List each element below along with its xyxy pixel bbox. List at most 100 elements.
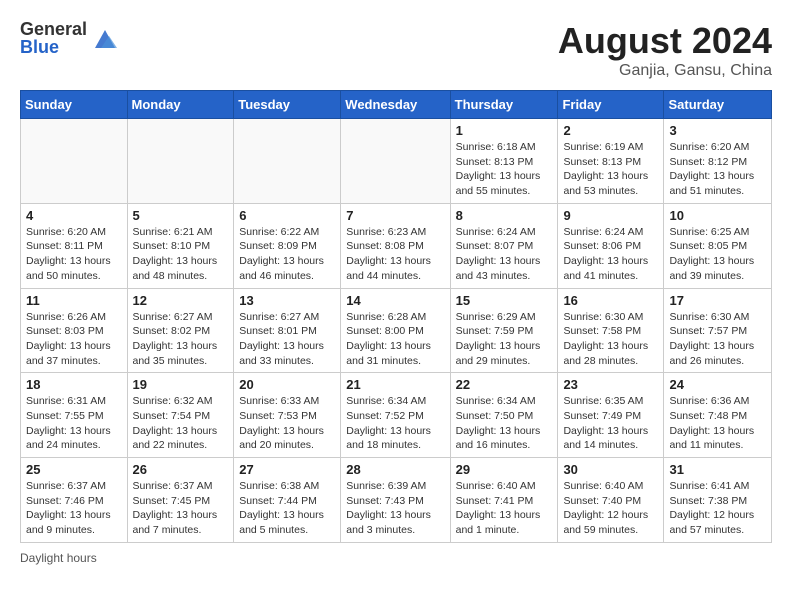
day-number: 18 <box>26 377 122 392</box>
page-header: General Blue August 2024 Ganjia, Gansu, … <box>20 20 772 80</box>
day-number: 4 <box>26 208 122 223</box>
day-info: Sunrise: 6:20 AM Sunset: 8:11 PM Dayligh… <box>26 225 122 284</box>
day-number: 5 <box>133 208 229 223</box>
table-row: 16 Sunrise: 6:30 AM Sunset: 7:58 PM Dayli… <box>558 288 664 373</box>
table-row: 11 Sunrise: 6:26 AM Sunset: 8:03 PM Dayli… <box>21 288 128 373</box>
day-info: Sunrise: 6:40 AM Sunset: 7:41 PM Dayligh… <box>456 479 553 538</box>
day-number: 1 <box>456 123 553 138</box>
day-info: Sunrise: 6:33 AM Sunset: 7:53 PM Dayligh… <box>239 394 335 453</box>
day-number: 24 <box>669 377 766 392</box>
day-number: 22 <box>456 377 553 392</box>
logo: General Blue <box>20 20 119 56</box>
day-number: 9 <box>563 208 658 223</box>
table-row: 18 Sunrise: 6:31 AM Sunset: 7:55 PM Dayli… <box>21 373 128 458</box>
col-header-monday: Monday <box>127 91 234 119</box>
day-number: 7 <box>346 208 444 223</box>
day-info: Sunrise: 6:21 AM Sunset: 8:10 PM Dayligh… <box>133 225 229 284</box>
day-number: 31 <box>669 462 766 477</box>
table-row: 7 Sunrise: 6:23 AM Sunset: 8:08 PM Daylig… <box>341 203 450 288</box>
day-info: Sunrise: 6:39 AM Sunset: 7:43 PM Dayligh… <box>346 479 444 538</box>
table-row <box>21 119 128 204</box>
table-row <box>234 119 341 204</box>
table-row: 22 Sunrise: 6:34 AM Sunset: 7:50 PM Dayli… <box>450 373 558 458</box>
title-area: August 2024 Ganjia, Gansu, China <box>558 20 772 80</box>
table-row: 25Sunrise: 6:37 AM Sunset: 7:46 PM Dayli… <box>21 458 128 543</box>
calendar: SundayMondayTuesdayWednesdayThursdayFrid… <box>20 90 772 543</box>
table-row: 23 Sunrise: 6:35 AM Sunset: 7:49 PM Dayli… <box>558 373 664 458</box>
logo-blue: Blue <box>20 38 87 56</box>
table-row: 2 Sunrise: 6:19 AM Sunset: 8:13 PM Daylig… <box>558 119 664 204</box>
day-number: 12 <box>133 293 229 308</box>
col-header-sunday: Sunday <box>21 91 128 119</box>
day-number: 29 <box>456 462 553 477</box>
day-info: Sunrise: 6:40 AM Sunset: 7:40 PM Dayligh… <box>563 479 658 538</box>
logo-text: General Blue <box>20 20 87 56</box>
day-info: Sunrise: 6:32 AM Sunset: 7:54 PM Dayligh… <box>133 394 229 453</box>
day-info: Sunrise: 6:25 AM Sunset: 8:05 PM Dayligh… <box>669 225 766 284</box>
table-row: 9 Sunrise: 6:24 AM Sunset: 8:06 PM Daylig… <box>558 203 664 288</box>
day-info: Sunrise: 6:18 AM Sunset: 8:13 PM Dayligh… <box>456 140 553 199</box>
day-info: Sunrise: 6:31 AM Sunset: 7:55 PM Dayligh… <box>26 394 122 453</box>
day-info: Sunrise: 6:34 AM Sunset: 7:50 PM Dayligh… <box>456 394 553 453</box>
table-row: 30 Sunrise: 6:40 AM Sunset: 7:40 PM Dayli… <box>558 458 664 543</box>
day-number: 23 <box>563 377 658 392</box>
day-number: 17 <box>669 293 766 308</box>
table-row: 31 Sunrise: 6:41 AM Sunset: 7:38 PM Dayli… <box>664 458 772 543</box>
day-info: Sunrise: 6:36 AM Sunset: 7:48 PM Dayligh… <box>669 394 766 453</box>
day-number: 11 <box>26 293 122 308</box>
day-number: 14 <box>346 293 444 308</box>
day-number: 28 <box>346 462 444 477</box>
day-info: Sunrise: 6:41 AM Sunset: 7:38 PM Dayligh… <box>669 479 766 538</box>
day-info: Sunrise: 6:30 AM Sunset: 7:58 PM Dayligh… <box>563 310 658 369</box>
daylight-hours-label: Daylight hours <box>20 551 97 565</box>
day-number: 27 <box>239 462 335 477</box>
day-info: Sunrise: 6:27 AM Sunset: 8:02 PM Dayligh… <box>133 310 229 369</box>
day-number: 19 <box>133 377 229 392</box>
day-number: 13 <box>239 293 335 308</box>
day-number: 21 <box>346 377 444 392</box>
day-number: 26 <box>133 462 229 477</box>
col-header-thursday: Thursday <box>450 91 558 119</box>
day-info: Sunrise: 6:22 AM Sunset: 8:09 PM Dayligh… <box>239 225 335 284</box>
table-row: 20 Sunrise: 6:33 AM Sunset: 7:53 PM Dayli… <box>234 373 341 458</box>
day-number: 2 <box>563 123 658 138</box>
table-row <box>341 119 450 204</box>
table-row: 6 Sunrise: 6:22 AM Sunset: 8:09 PM Daylig… <box>234 203 341 288</box>
day-info: Sunrise: 6:19 AM Sunset: 8:13 PM Dayligh… <box>563 140 658 199</box>
day-info: Sunrise: 6:24 AM Sunset: 8:06 PM Dayligh… <box>563 225 658 284</box>
col-header-saturday: Saturday <box>664 91 772 119</box>
day-info: Sunrise: 6:28 AM Sunset: 8:00 PM Dayligh… <box>346 310 444 369</box>
day-info: Sunrise: 6:37 AM Sunset: 7:46 PM Dayligh… <box>26 479 122 538</box>
col-header-friday: Friday <box>558 91 664 119</box>
table-row: 26Sunrise: 6:37 AM Sunset: 7:45 PM Dayli… <box>127 458 234 543</box>
table-row: 8 Sunrise: 6:24 AM Sunset: 8:07 PM Daylig… <box>450 203 558 288</box>
day-info: Sunrise: 6:20 AM Sunset: 8:12 PM Dayligh… <box>669 140 766 199</box>
footer: Daylight hours <box>20 551 772 565</box>
month-title: August 2024 <box>558 20 772 62</box>
day-info: Sunrise: 6:26 AM Sunset: 8:03 PM Dayligh… <box>26 310 122 369</box>
day-info: Sunrise: 6:23 AM Sunset: 8:08 PM Dayligh… <box>346 225 444 284</box>
day-info: Sunrise: 6:30 AM Sunset: 7:57 PM Dayligh… <box>669 310 766 369</box>
day-number: 8 <box>456 208 553 223</box>
day-info: Sunrise: 6:34 AM Sunset: 7:52 PM Dayligh… <box>346 394 444 453</box>
table-row: 4 Sunrise: 6:20 AM Sunset: 8:11 PM Daylig… <box>21 203 128 288</box>
day-info: Sunrise: 6:29 AM Sunset: 7:59 PM Dayligh… <box>456 310 553 369</box>
table-row: 21 Sunrise: 6:34 AM Sunset: 7:52 PM Dayli… <box>341 373 450 458</box>
location: Ganjia, Gansu, China <box>558 62 772 80</box>
table-row: 17 Sunrise: 6:30 AM Sunset: 7:57 PM Dayli… <box>664 288 772 373</box>
table-row: 14 Sunrise: 6:28 AM Sunset: 8:00 PM Dayli… <box>341 288 450 373</box>
day-info: Sunrise: 6:38 AM Sunset: 7:44 PM Dayligh… <box>239 479 335 538</box>
day-number: 6 <box>239 208 335 223</box>
day-number: 20 <box>239 377 335 392</box>
day-number: 3 <box>669 123 766 138</box>
table-row: 28 Sunrise: 6:39 AM Sunset: 7:43 PM Dayli… <box>341 458 450 543</box>
table-row: 15Sunrise: 6:29 AM Sunset: 7:59 PM Dayli… <box>450 288 558 373</box>
day-info: Sunrise: 6:27 AM Sunset: 8:01 PM Dayligh… <box>239 310 335 369</box>
day-number: 16 <box>563 293 658 308</box>
day-number: 10 <box>669 208 766 223</box>
table-row: 5 Sunrise: 6:21 AM Sunset: 8:10 PM Daylig… <box>127 203 234 288</box>
day-info: Sunrise: 6:24 AM Sunset: 8:07 PM Dayligh… <box>456 225 553 284</box>
day-info: Sunrise: 6:35 AM Sunset: 7:49 PM Dayligh… <box>563 394 658 453</box>
table-row <box>127 119 234 204</box>
day-number: 30 <box>563 462 658 477</box>
